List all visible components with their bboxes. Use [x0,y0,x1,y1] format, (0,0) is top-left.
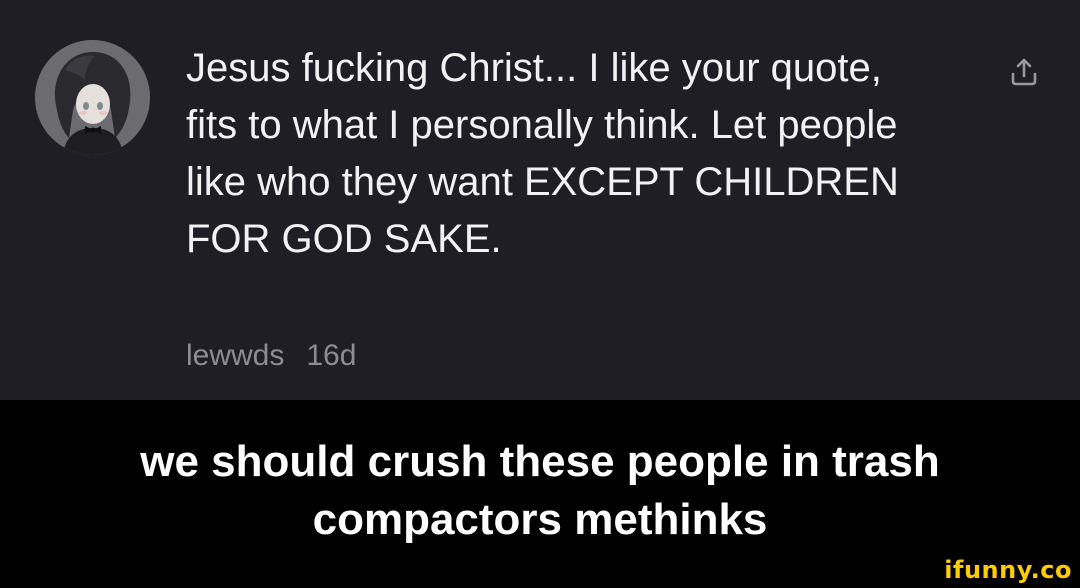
comment-meta: lewwds 16d [186,336,356,376]
caption-area: we should crush these people in trash co… [0,400,1080,588]
ifunny-watermark: ifunny.co [944,556,1072,584]
avatar-image [35,40,150,155]
avatar[interactable] [35,40,150,155]
caption-text: we should crush these people in trash co… [140,437,940,544]
comment-card: Jesus fucking Christ... I like your quot… [0,0,1080,400]
comment-username[interactable]: lewwds [186,339,284,372]
share-button[interactable] [1004,52,1044,92]
share-icon [1011,58,1037,86]
comment-timestamp: 16d [306,339,357,372]
comment-body: Jesus fucking Christ... I like your quot… [186,46,899,261]
